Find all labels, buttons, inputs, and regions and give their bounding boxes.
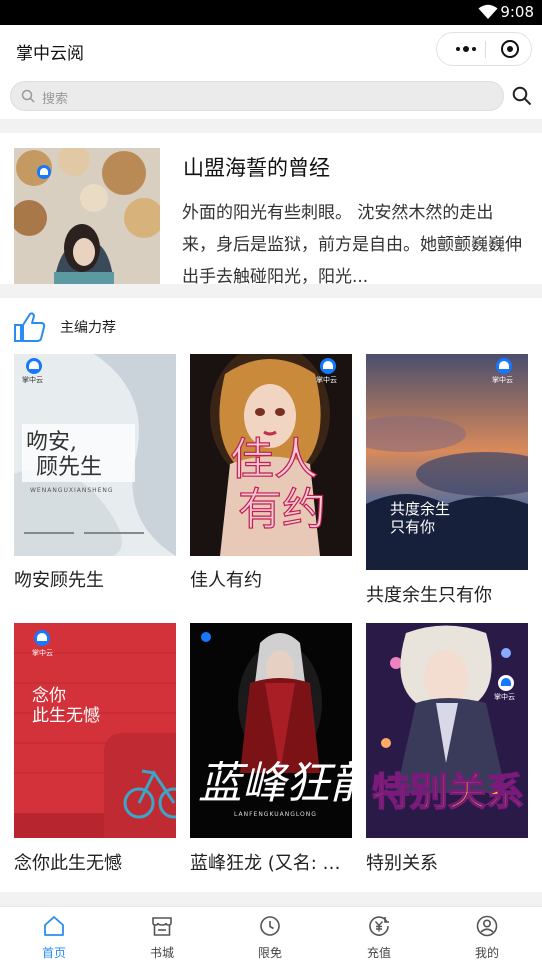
book-card[interactable]: 佳人 有约 掌中云 佳人有约 xyxy=(190,354,352,594)
home-icon xyxy=(44,916,64,936)
svg-text:掌中云: 掌中云 xyxy=(32,648,53,657)
more-dot-icon xyxy=(463,46,469,52)
tab-home[interactable]: 首页 xyxy=(0,907,108,965)
status-time: 9:08 xyxy=(500,3,534,21)
book-cover-image: 念你 此生无憾 掌中云 xyxy=(14,623,176,838)
section-divider xyxy=(0,892,542,906)
search-row: 搜索 xyxy=(0,75,542,119)
more-dot-icon xyxy=(472,47,476,51)
app-title: 掌中云阅 xyxy=(16,44,84,64)
section-header: 主编力荐 xyxy=(0,306,542,350)
close-target-icon[interactable] xyxy=(501,40,519,58)
tab-mine[interactable]: 我的 xyxy=(433,907,541,965)
svg-text:有约: 有约 xyxy=(238,484,326,535)
section-divider xyxy=(0,119,542,133)
svg-text:共度余生: 共度余生 xyxy=(390,500,450,518)
tab-label: 书城 xyxy=(149,946,174,960)
book-card[interactable]: 特别关系 掌中云 特别关系 xyxy=(366,623,528,878)
banner-cover-image[interactable] xyxy=(14,148,160,284)
mini-program-capsule xyxy=(436,32,532,66)
svg-text:只有你: 只有你 xyxy=(390,518,435,536)
more-dot-icon xyxy=(456,47,460,51)
book-title: 念你此生无憾 xyxy=(14,853,122,874)
section-divider xyxy=(0,284,542,298)
book-title: 特别关系 xyxy=(366,853,438,874)
more-menu-button[interactable] xyxy=(447,33,485,65)
book-title: 蓝峰狂龙 (又名: 蓝峰狂龙) xyxy=(190,853,352,874)
book-card[interactable]: 吻安, 顾先生 WENANGUXIANSHENG 掌中云 吻安顾先生 xyxy=(14,354,176,594)
book-title: 吻安顾先生 xyxy=(14,570,104,591)
banner-title: 山盟海誓的曾经 xyxy=(183,156,330,180)
profile-icon xyxy=(476,915,498,937)
svg-text:掌中云: 掌中云 xyxy=(22,375,43,384)
search-placeholder: 搜索 xyxy=(42,92,69,107)
book-cover-image: 佳人 有约 掌中云 xyxy=(190,354,352,556)
search-button-icon[interactable] xyxy=(512,86,532,106)
tab-recharge[interactable]: 充值 xyxy=(325,907,433,965)
book-title: 共度余生只有你 xyxy=(366,585,492,606)
svg-text:念你: 念你 xyxy=(32,685,66,706)
tab-label: 充值 xyxy=(366,946,391,960)
book-cover-image: 蓝峰狂龍 LANFENGKUANGLONG xyxy=(190,623,352,838)
search-input[interactable]: 搜索 xyxy=(10,81,504,111)
tab-label: 我的 xyxy=(474,946,499,960)
recharge-icon xyxy=(369,916,389,936)
book-card[interactable]: 念你 此生无憾 掌中云 念你此生无憾 xyxy=(14,623,176,878)
book-cover-image: 吻安, 顾先生 WENANGUXIANSHENG 掌中云 xyxy=(14,354,176,556)
tab-store[interactable]: 书城 xyxy=(108,907,216,965)
thumbs-up-icon xyxy=(14,312,46,342)
book-card[interactable]: 蓝峰狂龍 LANFENGKUANGLONG 蓝峰狂龙 (又名: 蓝峰狂龙) xyxy=(190,623,352,878)
tab-label: 限免 xyxy=(257,946,282,960)
svg-text:蓝峰狂龍: 蓝峰狂龍 xyxy=(198,758,352,809)
banner-description: 外面的阳光有些刺眼。 沈安然木然的走出来，身后是监狱，前方是自由。她颤颤巍巍伸出… xyxy=(182,203,522,284)
svg-text:WENANGUXIANSHENG: WENANGUXIANSHENG xyxy=(30,487,114,494)
clock-icon xyxy=(260,916,280,936)
svg-text:顾先生: 顾先生 xyxy=(36,455,102,480)
book-card[interactable]: 共度余生 只有你 掌中云 共度余生只有你 xyxy=(366,354,528,609)
svg-text:此生无憾: 此生无憾 xyxy=(32,706,100,726)
tab-label: 首页 xyxy=(41,946,66,960)
book-title: 佳人有约 xyxy=(190,570,262,591)
section-title: 主编力荐 xyxy=(60,320,116,336)
svg-text:佳人: 佳人 xyxy=(230,434,318,485)
svg-text:掌中云: 掌中云 xyxy=(494,692,515,701)
svg-text:掌中云: 掌中云 xyxy=(316,375,337,384)
wifi-icon xyxy=(478,4,498,19)
svg-text:LANFENGKUANGLONG: LANFENGKUANGLONG xyxy=(234,811,317,818)
book-cover-image: 共度余生 只有你 掌中云 xyxy=(366,354,528,570)
status-bar: 9:08 xyxy=(0,0,542,25)
book-cover-image: 特别关系 掌中云 xyxy=(366,623,528,838)
capsule-divider xyxy=(485,41,486,58)
store-icon xyxy=(152,917,172,936)
tab-free[interactable]: 限免 xyxy=(216,907,324,965)
svg-text:吻安,: 吻安, xyxy=(26,430,77,455)
search-icon xyxy=(21,89,35,103)
bottom-tab-bar: 首页 书城 限免 充值 我的 xyxy=(0,906,542,964)
banner-carousel[interactable]: 山盟海誓的曾经 外面的阳光有些刺眼。 沈安然木然的走出来，身后是监狱，前方是自由… xyxy=(0,133,542,284)
svg-text:特别关系: 特别关系 xyxy=(372,770,524,814)
title-bar: 掌中云阅 xyxy=(0,25,542,75)
svg-text:掌中云: 掌中云 xyxy=(492,375,513,384)
